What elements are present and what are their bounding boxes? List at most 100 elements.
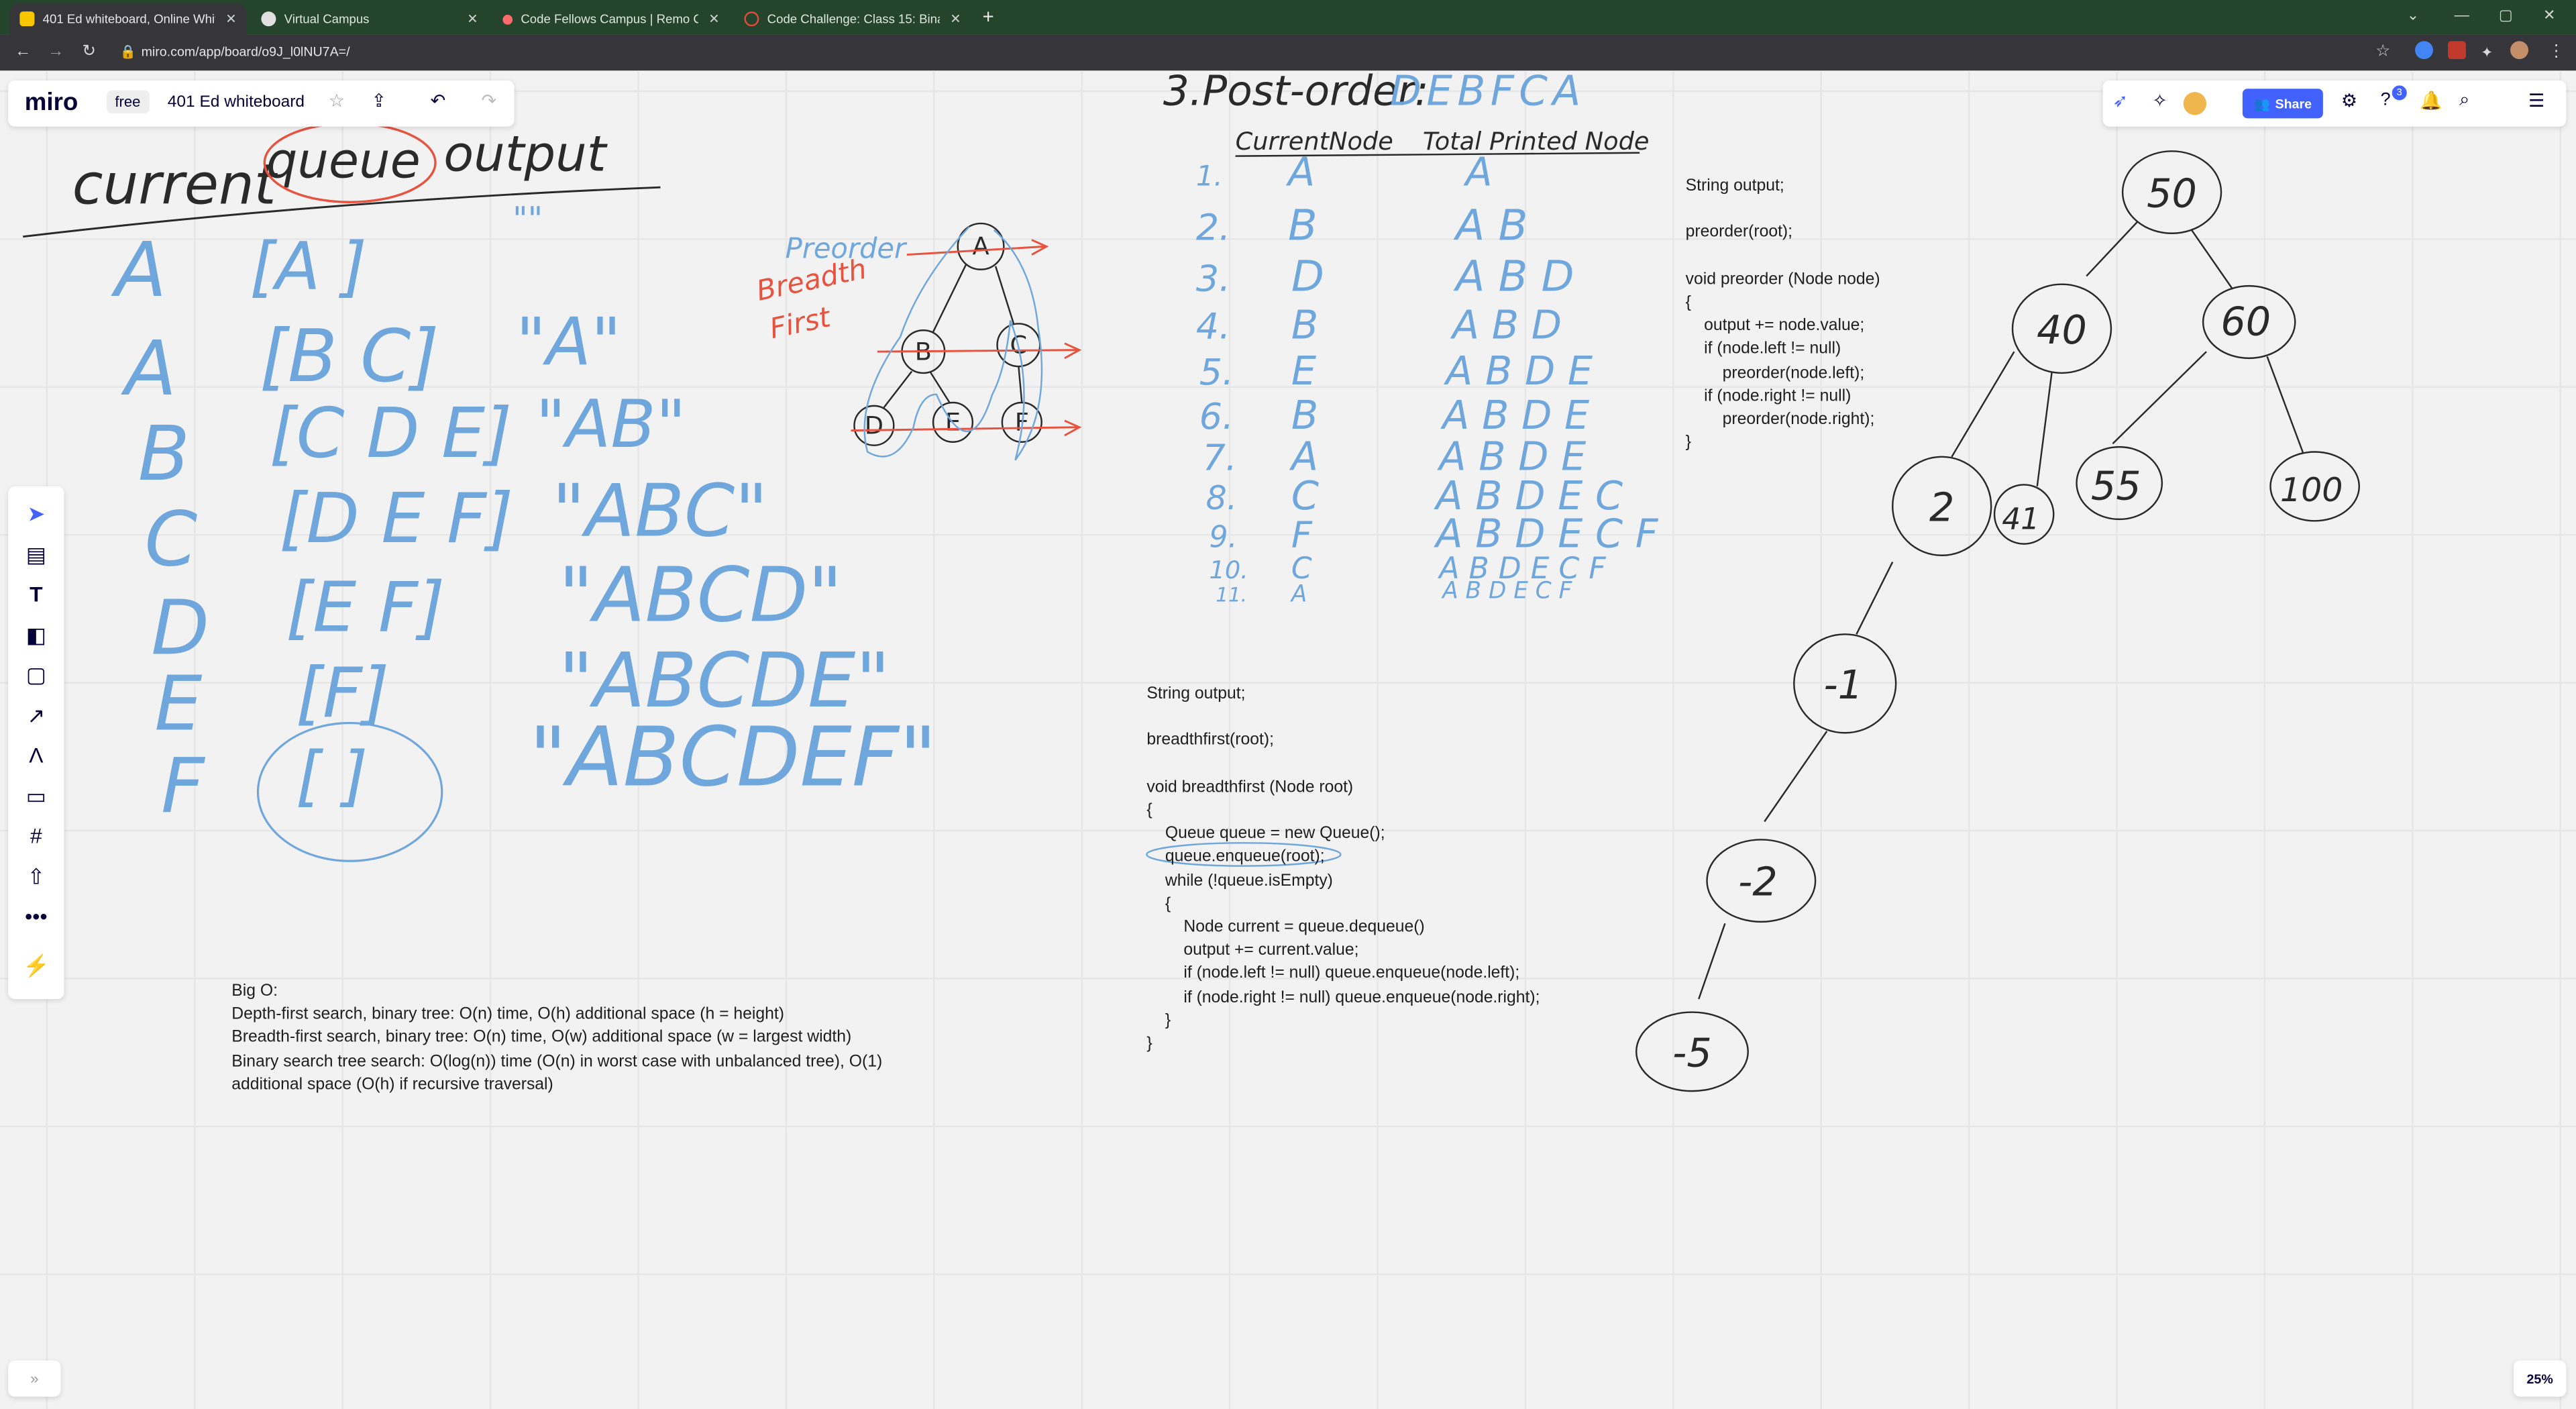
zoom-level-button[interactable]: 25% [2513, 1360, 2567, 1397]
shape-tool-icon[interactable]: ▢ [8, 662, 64, 688]
svg-text:5.: 5. [1199, 351, 1234, 393]
svg-text:E: E [1291, 348, 1317, 394]
svg-text:A B D E C F: A B D E C F [1433, 511, 1658, 557]
bfs-output-1: "A" [516, 305, 621, 381]
sticky-note-tool-icon[interactable]: ◧ [8, 623, 64, 649]
header-output: output [443, 126, 608, 183]
svg-text:2.: 2. [1196, 207, 1230, 249]
bfs-current-3: C [145, 494, 198, 583]
big-o-text-block[interactable]: Big O: Depth-first search, binary tree: O… [231, 981, 882, 1098]
chevrons-right-icon: » [30, 1370, 39, 1387]
svg-text:7.: 7. [1203, 436, 1237, 478]
templates-tool-icon[interactable]: ▤ [8, 542, 64, 568]
bst-node-55: 55 [2091, 462, 2141, 509]
redo-icon[interactable]: ↷ [482, 91, 497, 111]
svg-text:B: B [1288, 201, 1318, 251]
trace-header-printed: Total Printed Node [1423, 127, 1650, 156]
header-queue: queue [266, 132, 421, 189]
svg-text:A B D: A B D [1453, 252, 1574, 301]
svg-text:A B: A B [1453, 201, 1527, 251]
svg-text:D: D [1291, 252, 1324, 301]
svg-text:B: B [1291, 301, 1318, 348]
header-current: current [72, 152, 278, 217]
bfs-output-6: "ABCDEF" [529, 709, 937, 805]
text-tool-icon[interactable]: T [8, 582, 64, 607]
cursor-collab-icon[interactable]: ➶ [2112, 91, 2128, 111]
postorder-sequence: DEBFCA [1390, 68, 1586, 115]
more-tools-icon[interactable]: ••• [8, 904, 64, 929]
bfs-current-0: A [111, 225, 166, 314]
svg-text:C: C [1291, 472, 1319, 519]
svg-text:3.: 3. [1196, 257, 1230, 299]
bst-node-neg5: -5 [1672, 1029, 1712, 1076]
svg-text:A B D E: A B D E [1443, 348, 1593, 394]
svg-text:6.: 6. [1199, 395, 1234, 437]
bst-node-50: 50 [2147, 170, 2197, 217]
notification-count-badge: 3 [2392, 85, 2407, 101]
svg-text:A: A [1285, 149, 1315, 195]
small-tree-node-a: A [972, 232, 989, 261]
bfs-current-5: E [154, 659, 202, 747]
share-label: Share [2275, 96, 2312, 111]
frame-tool-icon[interactable]: # [8, 823, 64, 848]
search-icon[interactable]: ⌕ [2459, 91, 2469, 112]
bfs-queue-3: [D E F] [279, 479, 513, 559]
svg-text:A B D: A B D [1450, 301, 1562, 348]
comment-tool-icon[interactable]: ▭ [8, 784, 64, 810]
reactions-icon[interactable]: ✧ [2152, 91, 2167, 111]
share-icon: 👥 [2253, 96, 2271, 111]
bfs-output-3: "ABC" [552, 469, 768, 553]
svg-text:A B D E: A B D E [1440, 392, 1590, 438]
share-button[interactable]: 👥 Share [2242, 89, 2323, 119]
svg-text:9.: 9. [1209, 521, 1237, 555]
svg-text:B: B [1291, 392, 1318, 438]
bfs-queue-5: [F] [296, 654, 389, 733]
bst-node-40: 40 [2037, 307, 2087, 353]
export-icon[interactable]: ⇪ [371, 91, 386, 111]
first-word: First [767, 300, 834, 345]
left-toolbar: ➤ ▤ T ◧ ▢ ↗ Ʌ ▭ # ⇧ ••• ⚡ [8, 486, 64, 999]
bfs-queue-2: [C D E] [270, 394, 513, 474]
bfs-output-0: "" [513, 200, 543, 238]
svg-text:8.: 8. [1206, 479, 1238, 517]
svg-text:A B D E C F: A B D E C F [1441, 577, 1572, 604]
undo-icon[interactable]: ↶ [431, 91, 446, 111]
board-actions-panel: ➶ ✧ 👥 Share ⚙ ? 3 🔔 ⌕ ☰ [2102, 81, 2567, 127]
small-tree-node-d: D [865, 411, 883, 440]
apps-tool-icon[interactable]: ⚡ [8, 953, 64, 979]
svg-text:11.: 11. [1216, 583, 1247, 606]
bst-node-neg1: -1 [1823, 662, 1863, 708]
bst-node-60: 60 [2220, 299, 2271, 345]
collaborator-avatar[interactable] [2183, 92, 2207, 115]
notifications-bell-icon[interactable]: 🔔 [2420, 91, 2443, 111]
bfs-queue-4: [E F] [286, 568, 445, 647]
postorder-title: 3.Post-order: [1163, 68, 1429, 115]
bfs-output-2: "AB" [535, 386, 686, 463]
connection-line-tool-icon[interactable]: ↗ [8, 703, 64, 729]
bst-node-2: 2 [1929, 484, 1954, 530]
bst-node-100: 100 [2280, 471, 2343, 509]
preorder-code-block[interactable]: String output;​preorder(root);​void preo… [1686, 176, 1880, 456]
board-title[interactable]: 401 Ed whiteboard [168, 94, 305, 112]
select-tool-icon[interactable]: ➤ [8, 501, 64, 527]
pen-tool-icon[interactable]: Ʌ [8, 743, 64, 768]
board-menu-icon[interactable]: ☰ [2528, 91, 2544, 111]
miro-logo[interactable]: miro [25, 89, 78, 117]
bfs-queue-6: [ ] [296, 738, 368, 815]
bst-node-neg2: -2 [1738, 859, 1778, 905]
settings-sliders-icon[interactable]: ⚙ [2341, 91, 2357, 111]
bfs-queue-1: [B C] [260, 315, 439, 399]
expand-panel-button[interactable]: » [8, 1360, 61, 1397]
svg-text:A: A [1290, 580, 1307, 607]
star-icon[interactable]: ☆ [329, 91, 345, 111]
help-icon[interactable]: ? [2381, 91, 2391, 110]
trace-rows: 1. A A 2. B A B 3. D A B D 4. B A B D 5.… [1196, 149, 1659, 608]
bfs-current-6: F [161, 741, 206, 830]
breadthfirst-code-block[interactable]: String output;​breadthfirst(root);​void … [1146, 684, 1540, 1057]
svg-text:1.: 1. [1196, 160, 1223, 193]
svg-text:F: F [1291, 514, 1313, 556]
screen: 401 Ed whiteboard, Online White ✕ Virtua… [0, 0, 2576, 1409]
plan-badge[interactable]: free [107, 90, 149, 113]
upload-tool-icon[interactable]: ⇧ [8, 864, 64, 890]
bfs-current-2: B [138, 409, 190, 498]
